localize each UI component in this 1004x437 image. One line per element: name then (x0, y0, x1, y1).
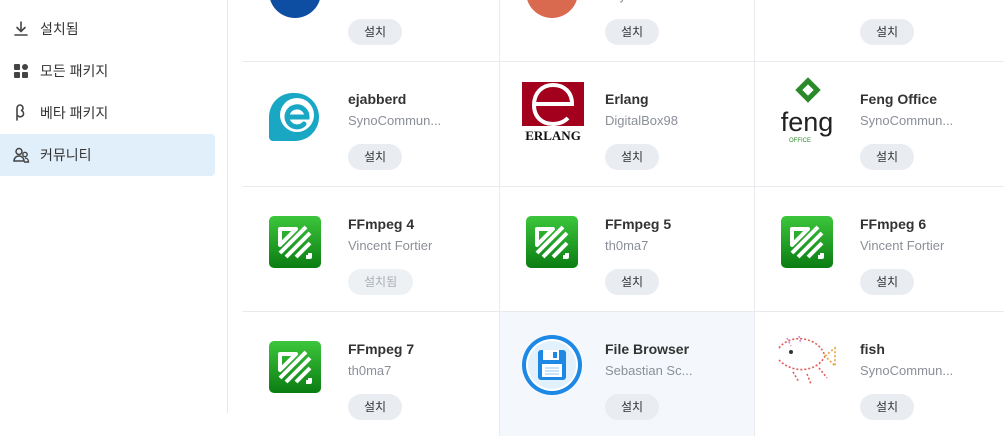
install-button[interactable]: 설치 (860, 144, 915, 170)
install-button[interactable]: 설치 (605, 394, 660, 420)
package-author: DigitalBox98 (605, 113, 678, 128)
erlang-icon: ERLANG (520, 80, 586, 146)
beta-icon (12, 104, 30, 122)
install-button[interactable]: 설치 (605, 144, 660, 170)
grid-icon (12, 62, 30, 80)
package-card[interactable]: fish SynoCommun... 설치 (754, 312, 1004, 436)
package-card[interactable]: 설치 (754, 0, 1004, 61)
sidebar-item-label: 커뮤니티 (40, 147, 92, 163)
package-card[interactable]: FFmpeg 4 Vincent Fortier 설치됨 (243, 187, 499, 311)
partial-mint-icon (777, 0, 837, 22)
install-button[interactable]: 설치 (348, 144, 403, 170)
feng-icon-subtext: OFFICE (789, 138, 811, 144)
installed-button: 설치됨 (348, 269, 414, 295)
package-name: File Browser (605, 341, 690, 357)
sidebar-item-community[interactable]: 커뮤니티 (0, 134, 215, 176)
package-author: Vincent Fortier (860, 238, 945, 253)
sidebar-item-beta-packages[interactable]: 베타 패키지 (0, 92, 215, 134)
community-icon (12, 146, 30, 164)
package-author: th0ma7 (605, 238, 649, 253)
package-name: ejabberd (348, 91, 407, 107)
package-card[interactable]: heyk0v 설치 (499, 0, 754, 61)
download-icon (12, 20, 30, 38)
ffmpeg-icon (265, 212, 325, 272)
partial-blue-icon (265, 0, 325, 22)
package-row: FFmpeg 4 Vincent Fortier 설치됨 FFmpeg 5 th… (243, 187, 1004, 312)
ffmpeg-icon (522, 212, 582, 272)
package-row: 설치 heyk0v 설치 설치 (243, 0, 1004, 62)
package-author: th0ma7 (348, 363, 392, 378)
package-name: Feng Office (860, 91, 938, 107)
package-name: fish (860, 341, 885, 357)
sidebar-item-installed[interactable]: 설치됨 (0, 8, 215, 50)
install-button[interactable]: 설치 (348, 19, 403, 45)
install-button[interactable]: 설치 (605, 269, 660, 295)
package-author: SynoCommun... (860, 363, 954, 378)
package-card[interactable]: FFmpeg 7 th0ma7 설치 (243, 312, 499, 436)
erlang-icon-text: ERLANG (525, 128, 581, 143)
partial-orange-icon (522, 0, 582, 22)
sidebar: 설치됨 모든 패키지 베타 패키지 커뮤니티 (0, 0, 228, 413)
install-button[interactable]: 설치 (605, 19, 660, 45)
package-row: FFmpeg 7 th0ma7 설치 File Browser Sebastia… (243, 312, 1004, 437)
package-author: heyk0v (605, 0, 646, 3)
install-button[interactable]: 설치 (860, 394, 915, 420)
sidebar-item-all-packages[interactable]: 모든 패키지 (0, 50, 215, 92)
sidebar-item-label: 설치됨 (40, 21, 79, 37)
install-button[interactable]: 설치 (348, 394, 403, 420)
package-card[interactable]: ejabberd SynoCommun... 설치 (243, 62, 499, 186)
package-card[interactable]: File Browser Sebastian Sc... 설치 (499, 312, 754, 436)
sidebar-item-label: 베타 패키지 (40, 105, 109, 121)
ejabberd-icon (265, 87, 325, 147)
install-button[interactable]: 설치 (860, 19, 915, 45)
feng-office-icon: feng OFFICE (773, 76, 843, 146)
ffmpeg-icon (777, 212, 837, 272)
package-author: Vincent Fortier (348, 238, 433, 253)
sidebar-item-label: 모든 패키지 (40, 63, 109, 79)
package-name: FFmpeg 7 (348, 341, 415, 357)
package-name: Erlang (605, 91, 649, 107)
package-name: FFmpeg 6 (860, 216, 927, 232)
ffmpeg-icon (265, 337, 325, 397)
install-button[interactable]: 설치 (860, 269, 915, 295)
package-card[interactable]: FFmpeg 6 Vincent Fortier 설치 (754, 187, 1004, 311)
package-name: FFmpeg 4 (348, 216, 415, 232)
package-card[interactable]: feng OFFICE Feng Office SynoCommun... 설치 (754, 62, 1004, 186)
package-author: Sebastian Sc... (605, 363, 693, 378)
package-card[interactable]: FFmpeg 5 th0ma7 설치 (499, 187, 754, 311)
feng-icon-text: feng (781, 107, 834, 137)
package-card[interactable]: 설치 (243, 0, 499, 61)
fish-icon (773, 332, 839, 386)
package-card[interactable]: ERLANG Erlang DigitalBox98 설치 (499, 62, 754, 186)
package-author: SynoCommun... (348, 113, 442, 128)
package-name: FFmpeg 5 (605, 216, 672, 232)
package-row: ejabberd SynoCommun... 설치 ERLANG Erlang … (243, 62, 1004, 187)
package-author: SynoCommun... (860, 113, 954, 128)
file-browser-icon (520, 333, 584, 397)
